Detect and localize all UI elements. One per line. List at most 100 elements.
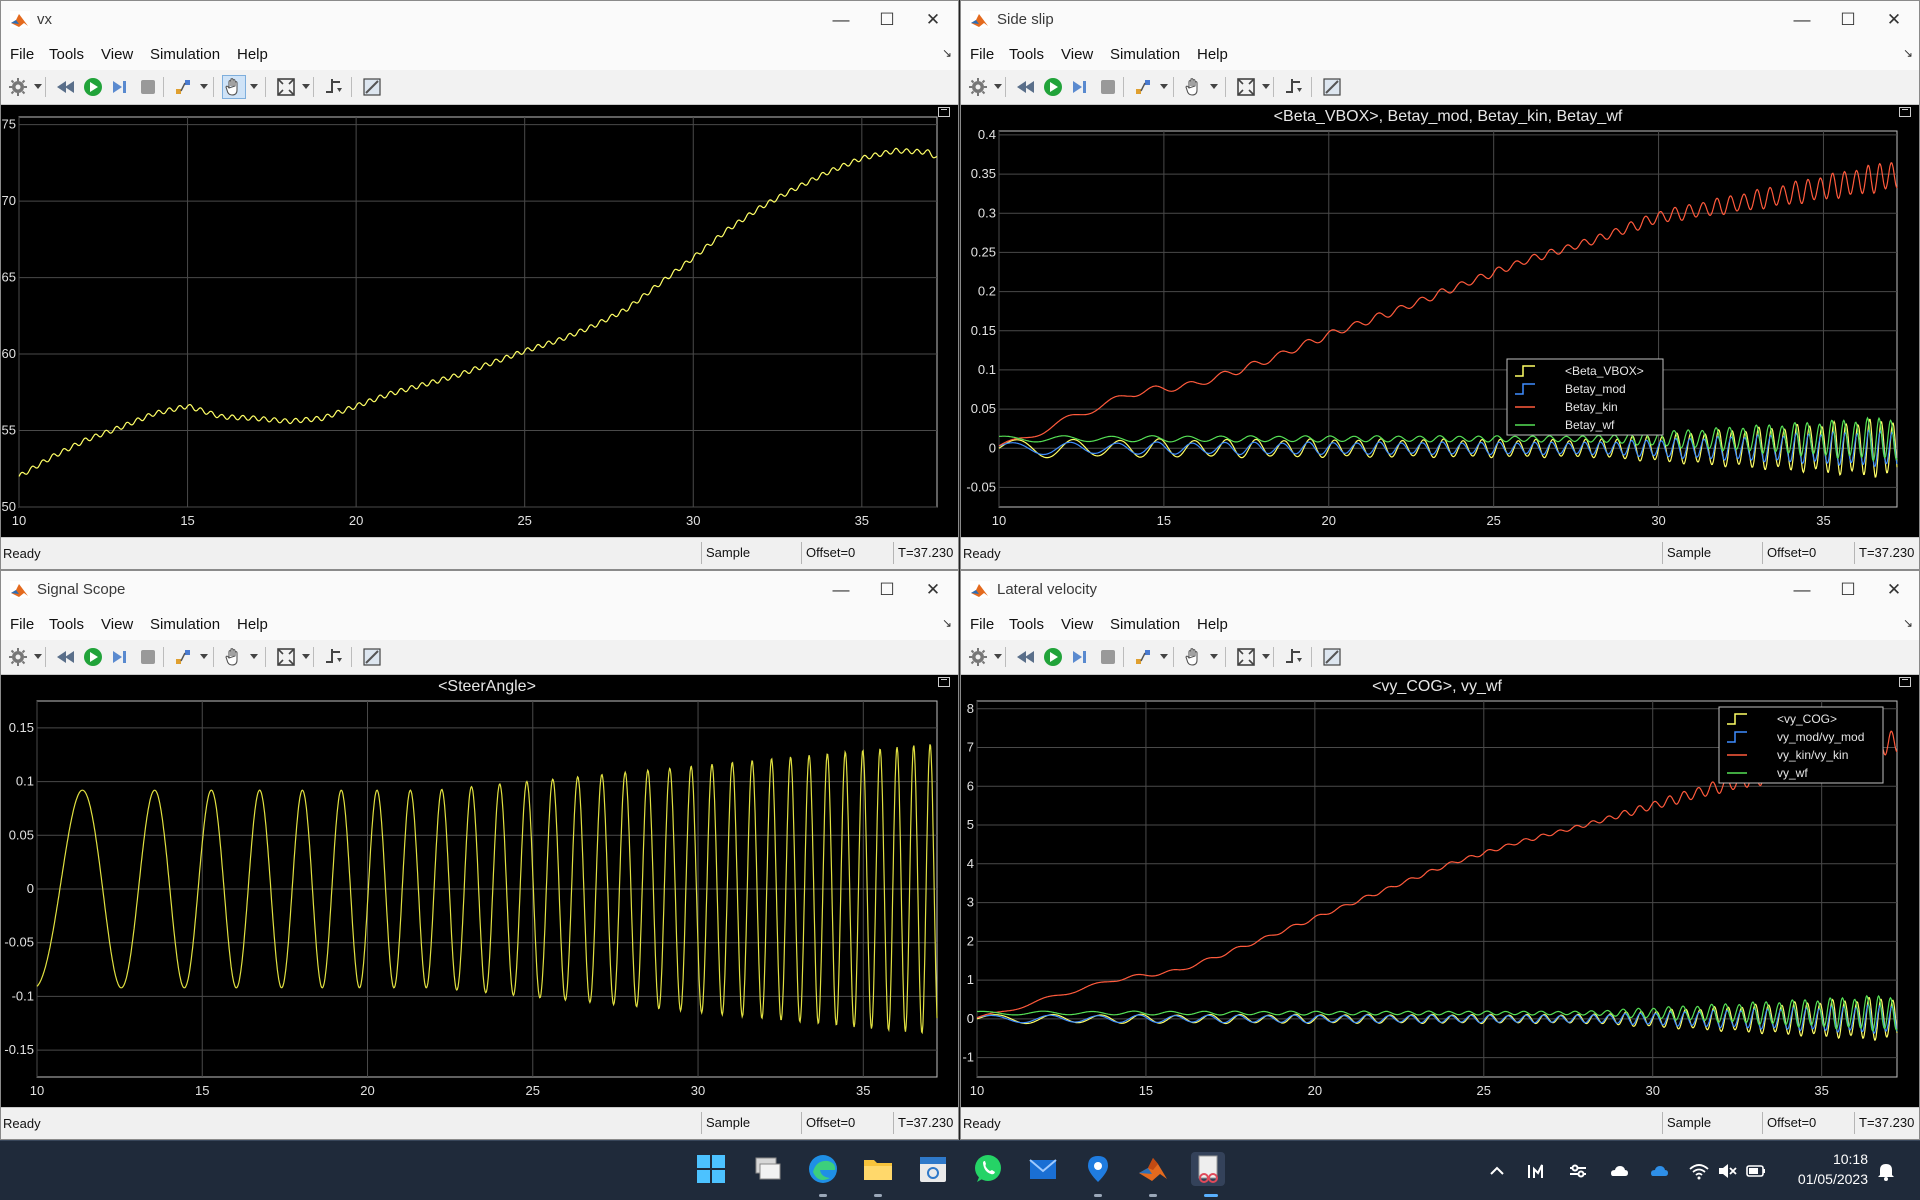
dock-arrow-icon[interactable]: ↘ [1903,46,1913,60]
undock-icon[interactable] [938,107,950,117]
minimize-button[interactable]: — [1779,575,1825,605]
task-view-button[interactable] [750,1152,784,1186]
wifi-icon[interactable] [1688,1160,1710,1182]
menu-file[interactable]: File [10,616,34,633]
menu-simulation[interactable]: Simulation [150,616,220,633]
step-forward-icon[interactable] [1070,76,1092,98]
cloud-icon[interactable] [1608,1160,1630,1182]
whatsapp-icon[interactable] [971,1152,1005,1186]
title-bar[interactable]: Side slip — ☐ ✕ [961,1,1919,38]
pan-icon[interactable] [222,75,246,99]
matlab-icon[interactable] [1136,1152,1170,1186]
plot-area[interactable]: <Beta_VBOX>, Betay_mod, Betay_kin, Betay… [961,105,1919,540]
undock-icon[interactable] [1899,677,1911,687]
stop-icon[interactable] [1097,76,1119,98]
menu-file[interactable]: File [970,46,994,63]
step-forward-icon[interactable] [110,646,132,668]
menu-help[interactable]: Help [1197,616,1228,633]
snipping-tool-icon[interactable] [1191,1152,1225,1186]
gear-icon[interactable] [7,76,29,98]
title-bar[interactable]: Signal Scope — ☐ ✕ [1,571,958,608]
chevron-down-icon[interactable] [250,84,258,89]
gear-icon[interactable] [967,76,989,98]
battery-icon[interactable] [1745,1160,1767,1182]
menu-tools[interactable]: Tools [1009,46,1044,63]
zoom-fit-icon[interactable] [1235,646,1257,668]
chevron-down-icon[interactable] [250,654,258,659]
rewind-icon[interactable] [1015,76,1037,98]
chart[interactable]: <SteerAngle> 10 15 20 25 30 35 -0.15 -0.1 -0.05 0 0… [1,675,958,1110]
highlight-signal-icon[interactable] [173,646,195,668]
maximize-button[interactable]: ☐ [1825,5,1871,35]
chart[interactable]: <vy_COG>, vy_wf 10 15 20 25 30 35 -1 0 1 2 3 4 5 6 7 8 <v… [961,675,1919,1110]
run-icon[interactable] [82,76,104,98]
style-icon[interactable] [1321,646,1343,668]
style-icon[interactable] [1321,76,1343,98]
plot-area[interactable]: <vy_COG>, vy_wf 10 15 20 25 30 35 -1 0 1 2 3 4 5 6 7 8 <v… [961,675,1919,1110]
chevron-down-icon[interactable] [994,654,1002,659]
legend[interactable]: <Beta_VBOX> Betay_mod Betay_kin Betay_wf [1506,358,1664,436]
trigger-icon[interactable] [323,76,345,98]
highlight-signal-icon[interactable] [1133,76,1155,98]
menu-view[interactable]: View [101,616,133,633]
menu-help[interactable]: Help [237,46,268,63]
plot-area[interactable]: <SteerAngle> 10 15 20 25 30 35 -0.15 -0.1 -0.05 0 0… [1,675,958,1110]
undock-icon[interactable] [1899,107,1911,117]
undock-icon[interactable] [938,677,950,687]
zoom-fit-icon[interactable] [275,646,297,668]
highlight-signal-icon[interactable] [173,76,195,98]
menu-file[interactable]: File [10,46,34,63]
stop-icon[interactable] [137,646,159,668]
dock-arrow-icon[interactable]: ↘ [942,616,952,630]
gear-icon[interactable] [7,646,29,668]
chevron-down-icon[interactable] [1210,84,1218,89]
rewind-icon[interactable] [1015,646,1037,668]
chevron-down-icon[interactable] [994,84,1002,89]
step-forward-icon[interactable] [110,76,132,98]
clock[interactable]: 10:18 01/05/2023 [1798,1149,1868,1189]
calendar-icon[interactable] [916,1152,950,1186]
menu-tools[interactable]: Tools [49,46,84,63]
start-button[interactable] [694,1152,728,1186]
run-icon[interactable] [82,646,104,668]
maximize-button[interactable]: ☐ [864,575,910,605]
close-button[interactable]: ✕ [910,5,956,35]
maximize-button[interactable]: ☐ [1825,575,1871,605]
chevron-down-icon[interactable] [1262,84,1270,89]
zoom-fit-icon[interactable] [275,76,297,98]
rewind-icon[interactable] [55,646,77,668]
menu-help[interactable]: Help [1197,46,1228,63]
menu-file[interactable]: File [970,616,994,633]
chevron-down-icon[interactable] [1160,654,1168,659]
stop-icon[interactable] [1097,646,1119,668]
style-icon[interactable] [361,76,383,98]
chart[interactable]: <Beta_VBOX>, Betay_mod, Betay_kin, Betay… [961,105,1919,540]
chevron-down-icon[interactable] [1210,654,1218,659]
style-icon[interactable] [361,646,383,668]
close-button[interactable]: ✕ [910,575,956,605]
menu-simulation[interactable]: Simulation [1110,46,1180,63]
chevron-down-icon[interactable] [34,654,42,659]
performance-icon[interactable] [1525,1160,1547,1182]
minimize-button[interactable]: — [818,5,864,35]
highlight-signal-icon[interactable] [1133,646,1155,668]
onedrive-icon[interactable] [1648,1160,1670,1182]
title-bar[interactable]: vx — ☐ ✕ [1,1,958,38]
volume-muted-icon[interactable] [1716,1160,1738,1182]
settings-toggle-icon[interactable] [1567,1160,1589,1182]
run-icon[interactable] [1042,646,1064,668]
chevron-down-icon[interactable] [34,84,42,89]
chevron-up-icon[interactable] [1486,1160,1508,1182]
chevron-down-icon[interactable] [302,654,310,659]
chevron-down-icon[interactable] [200,84,208,89]
dock-arrow-icon[interactable]: ↘ [1903,616,1913,630]
dock-arrow-icon[interactable]: ↘ [942,46,952,60]
chevron-down-icon[interactable] [200,654,208,659]
trigger-icon[interactable] [323,646,345,668]
rewind-icon[interactable] [55,76,77,98]
notification-icon[interactable] [1875,1160,1897,1182]
trigger-icon[interactable] [1283,646,1305,668]
menu-simulation[interactable]: Simulation [1110,616,1180,633]
pan-icon[interactable] [1183,646,1205,668]
maps-icon[interactable] [1081,1152,1115,1186]
